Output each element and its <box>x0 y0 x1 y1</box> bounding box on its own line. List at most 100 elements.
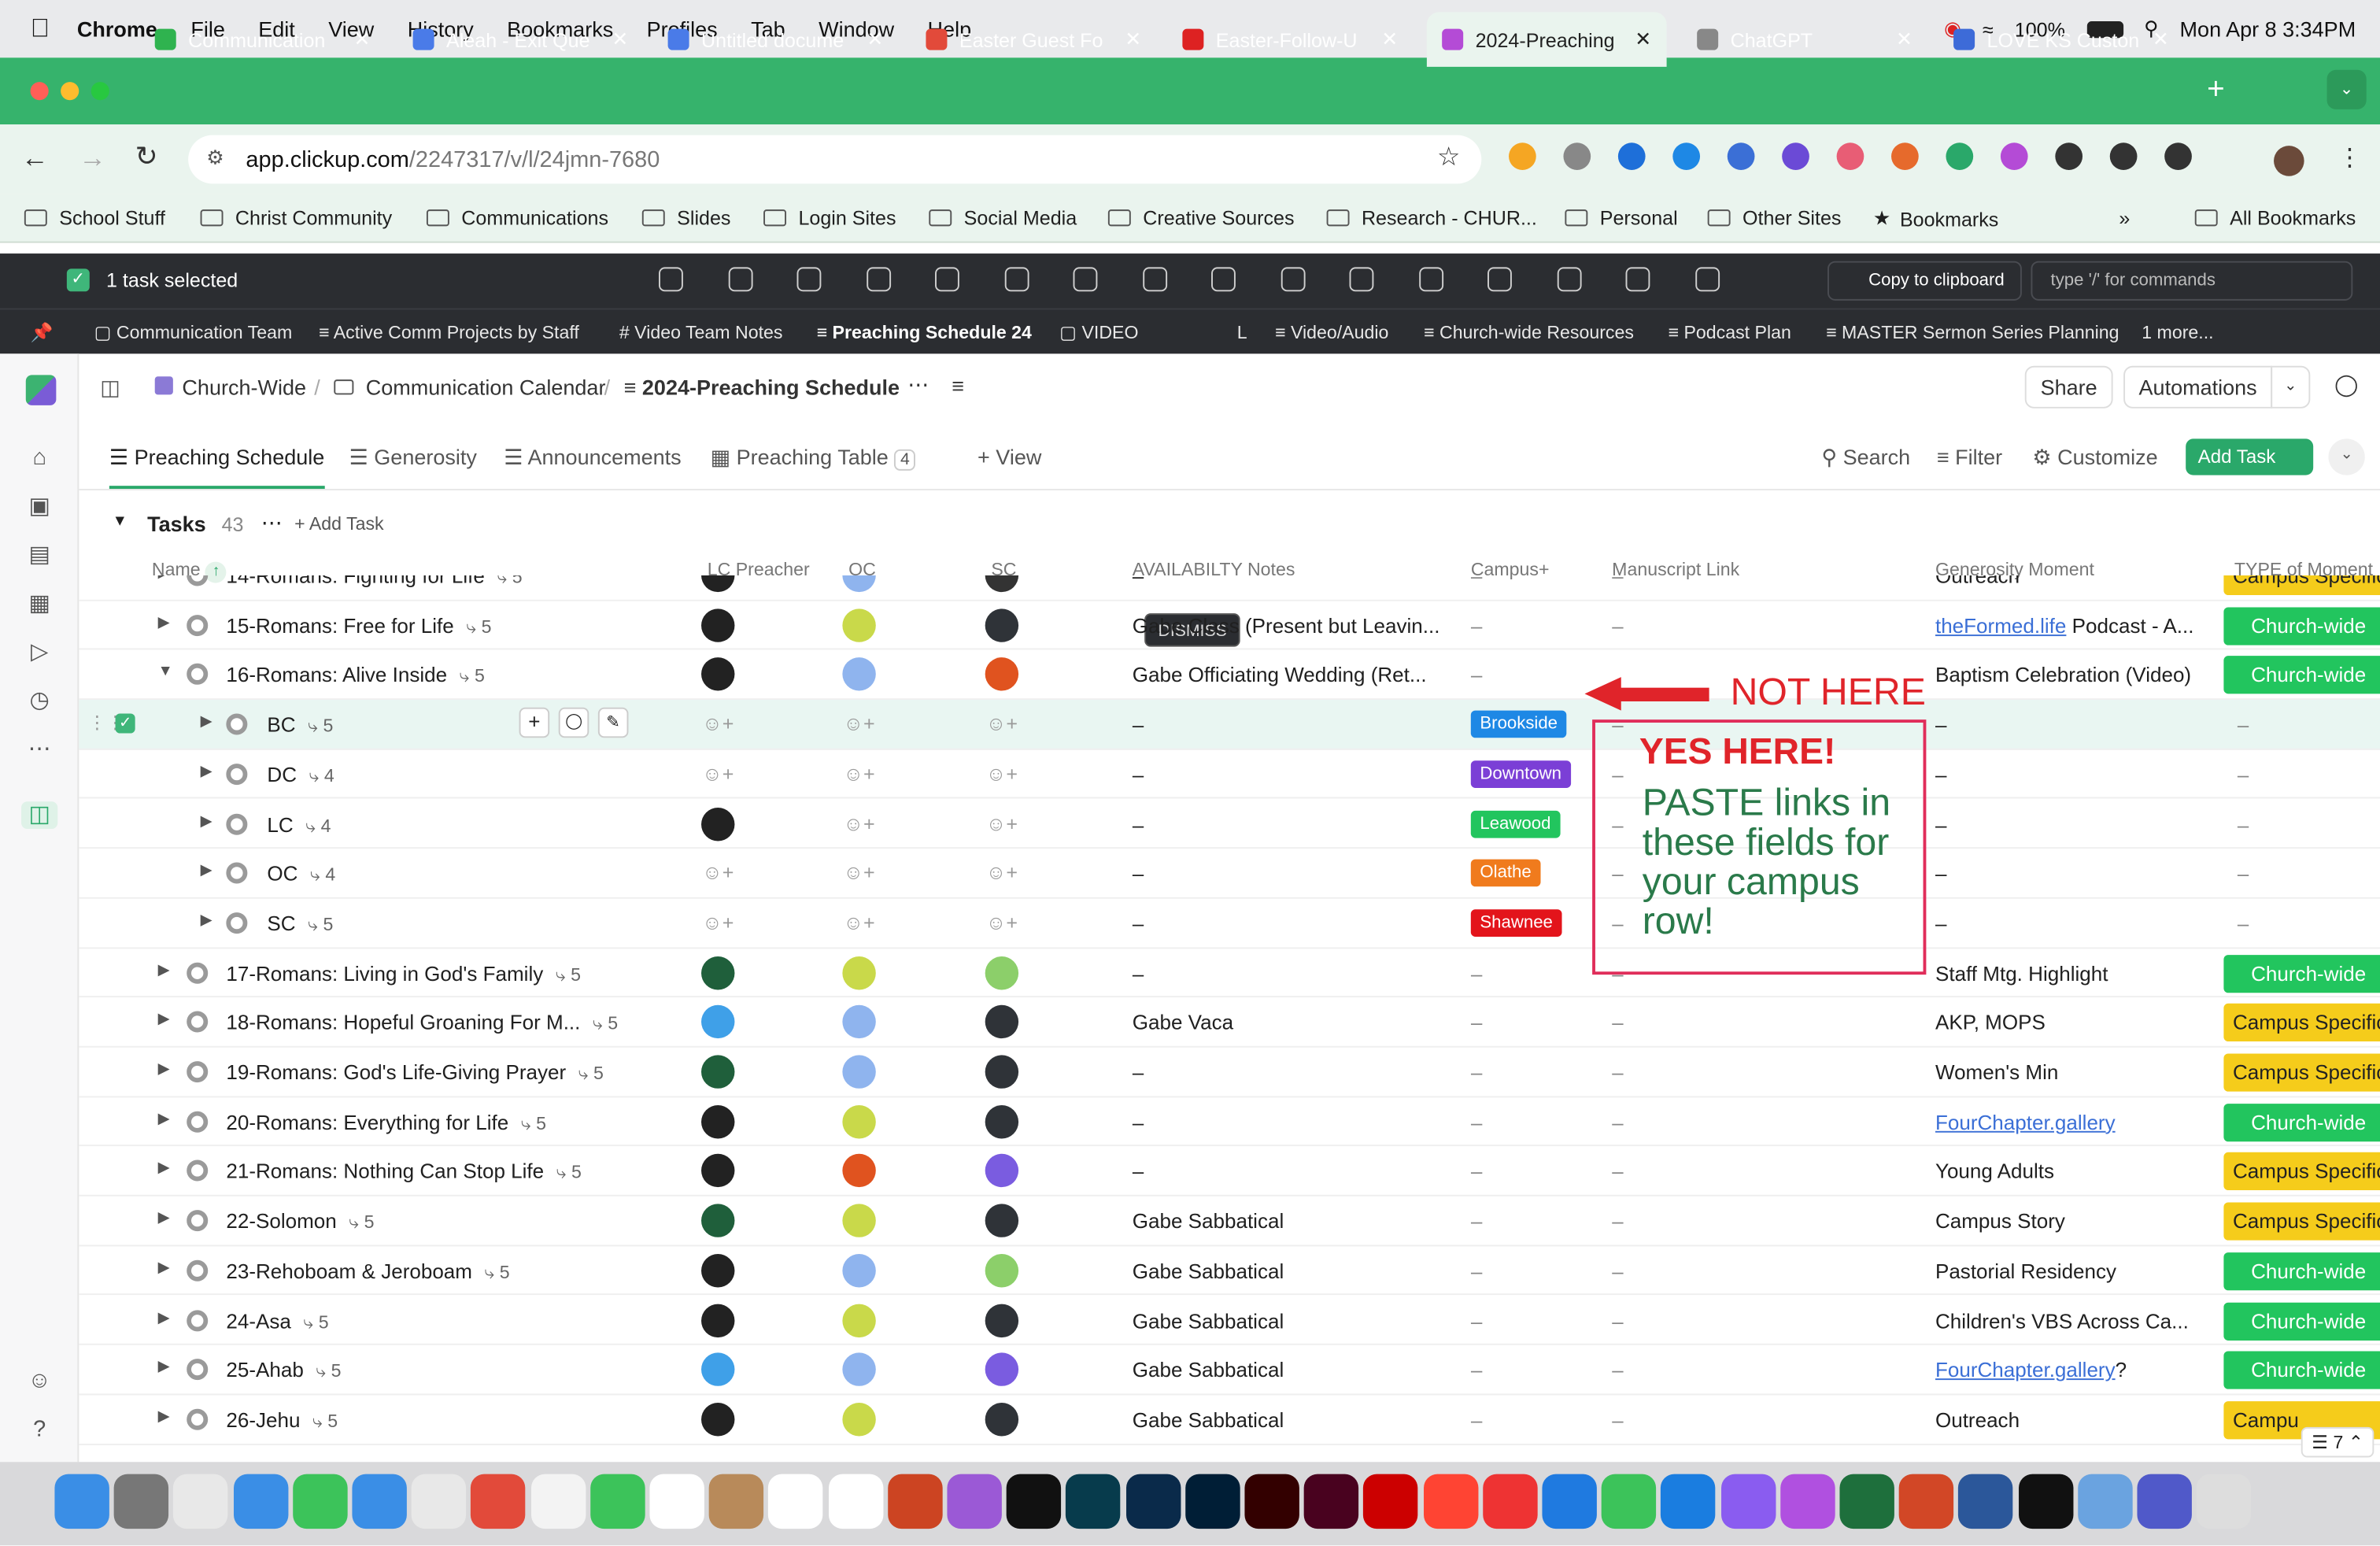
browser-tab[interactable]: 2024-Preaching ✕ <box>1426 12 1667 67</box>
bookmark-other-sites[interactable]: Other Sites <box>1707 206 1841 229</box>
assignee-avatar[interactable] <box>842 1352 876 1387</box>
generosity-moment[interactable]: Staff Mtg. Highlight <box>1935 962 2208 985</box>
subtask-count[interactable]: ⤷ 5 <box>308 716 333 737</box>
type-badge[interactable]: Campus Specific <box>2223 1053 2380 1092</box>
close-tab-icon[interactable]: ✕ <box>1896 28 1913 52</box>
assignee-avatar[interactable] <box>985 1104 1019 1138</box>
assignee-avatar[interactable] <box>701 657 735 692</box>
subtask-count[interactable]: ⤷ 5 <box>316 1360 341 1381</box>
breadcrumb-space[interactable]: Church-Wide <box>154 375 306 399</box>
box-icon[interactable] <box>1280 267 1305 292</box>
assignee-avatar[interactable] <box>842 1104 876 1138</box>
assignee-avatar[interactable] <box>701 1303 735 1337</box>
apple-icon[interactable]:  <box>31 13 50 44</box>
caret-right-icon[interactable]: ▶ <box>201 764 213 780</box>
dock-app-icon[interactable] <box>471 1474 527 1529</box>
subtask-count[interactable]: ⤷ 5 <box>312 1410 338 1431</box>
status-icon[interactable] <box>187 1061 209 1083</box>
dock-app-icon[interactable] <box>1839 1474 1894 1529</box>
manuscript-link[interactable]: – <box>1612 1111 1623 1134</box>
subtask-count[interactable]: ⤷ 5 <box>308 914 333 935</box>
assignee-avatar[interactable] <box>701 1104 735 1138</box>
dock-app-icon[interactable] <box>1125 1474 1181 1529</box>
type-badge[interactable]: Campus Specific <box>2223 1202 2380 1241</box>
dock-app-icon[interactable] <box>530 1474 586 1529</box>
assignee-avatar[interactable] <box>985 1253 1019 1288</box>
status-icon[interactable] <box>187 1309 209 1331</box>
fav-video-team-notes[interactable]: # Video Team Notes <box>619 322 783 343</box>
close-tab-icon[interactable]: ✕ <box>1635 28 1651 52</box>
assignee-avatar[interactable] <box>985 1005 1019 1039</box>
more-icon[interactable]: ⋯ <box>26 736 54 764</box>
task-name[interactable]: 17-Romans: Living in God's Family ⤷ 5 <box>226 962 581 986</box>
share-icon[interactable] <box>1073 267 1098 292</box>
tab-preaching-table[interactable]: ▦ Preaching Table 4 <box>711 445 916 471</box>
manuscript-link[interactable]: – <box>1612 1259 1623 1282</box>
tab-preaching-schedule[interactable]: ☰ Preaching Schedule <box>109 445 325 490</box>
extension-icon[interactable] <box>1891 142 1919 171</box>
task-name[interactable]: 20-Romans: Everything for Life ⤷ 5 <box>226 1111 546 1135</box>
chat-icon[interactable]: ◯ <box>2334 372 2358 398</box>
status-icon[interactable] <box>226 713 248 735</box>
bookmark-star-icon[interactable]: ☆ <box>1437 142 1460 173</box>
assign-user-icon[interactable]: ☺+ <box>842 708 875 741</box>
assignee-avatar[interactable] <box>701 1204 735 1237</box>
manuscript-link[interactable]: – <box>1612 1210 1623 1233</box>
task-name[interactable]: 19-Romans: God's Life-Giving Prayer ⤷ 5 <box>226 1061 604 1086</box>
generosity-link[interactable]: theFormed.life <box>1935 614 2066 637</box>
tab-search-button[interactable]: ⌄ <box>2326 69 2367 109</box>
status-icon[interactable] <box>226 763 248 785</box>
caret-right-icon[interactable]: ▶ <box>158 962 170 978</box>
table-row[interactable]: ▶ 21-Romans: Nothing Can Stop Life ⤷ 5 – – – Y… <box>79 1147 2380 1196</box>
close-window-button[interactable] <box>30 82 49 101</box>
availability-notes[interactable]: – <box>1133 1160 1443 1183</box>
group-add-task[interactable]: + Add Task <box>294 513 383 534</box>
filter-button[interactable]: ≡ Filter <box>1937 445 2002 469</box>
generosity-moment[interactable]: – <box>1935 714 2208 737</box>
table-row[interactable]: ▶ 26-Jehu ⤷ 5 Gabe Sabbatical – – Outreach Camp… <box>79 1395 2380 1445</box>
dock-app-icon[interactable] <box>1363 1474 1419 1529</box>
table-row[interactable]: ▶ 15-Romans: Free for Life ⤷ 5 Gabe Class (… <box>79 601 2380 651</box>
bookmarks-overflow-icon[interactable]: » <box>2119 206 2130 229</box>
type-badge[interactable]: Campus Specific <box>2223 1004 2380 1042</box>
fav-video-audio[interactable]: ≡ Video/Audio <box>1275 322 1388 343</box>
close-tab-icon[interactable]: ✕ <box>2153 28 2169 52</box>
availability-notes[interactable]: Gabe Sabbatical <box>1133 1409 1443 1432</box>
caret-right-icon[interactable]: ▶ <box>158 1359 170 1375</box>
campus-empty[interactable]: – <box>1471 614 1482 637</box>
assign-user-icon[interactable]: ☺+ <box>842 906 875 939</box>
subtask-count[interactable]: ⤷ 5 <box>497 575 522 587</box>
generosity-moment[interactable]: Outreach <box>1935 575 2208 587</box>
table-row[interactable]: ▶ LC ⤷ 4 ☺+ ☺+ – Leawood – – – <box>79 799 2380 849</box>
dock-app-icon[interactable] <box>2018 1474 2073 1529</box>
availability-notes[interactable]: Gabe Vaca <box>1133 1012 1443 1034</box>
assignee-avatar[interactable] <box>985 1402 1019 1437</box>
dock-app-icon[interactable] <box>173 1474 229 1529</box>
dock-app-icon[interactable] <box>1066 1474 1122 1529</box>
bookmark-research[interactable]: Research - CHUR... <box>1326 206 1537 229</box>
availability-notes[interactable]: – <box>1133 1061 1443 1084</box>
status-icon[interactable] <box>187 1210 209 1232</box>
status-icon[interactable] <box>187 1111 209 1133</box>
status-icon[interactable] <box>226 812 248 834</box>
assignee-avatar[interactable] <box>985 608 1019 642</box>
forward-icon[interactable]: → <box>79 142 106 175</box>
customize-button[interactable]: ⚙ Customize <box>2032 445 2157 471</box>
generosity-moment[interactable]: Baptism Celebration (Video) <box>1935 664 2208 687</box>
tab-generosity[interactable]: ☰ Generosity <box>349 445 477 471</box>
duplicate-icon[interactable] <box>1003 267 1029 292</box>
dock-app-icon[interactable] <box>54 1474 109 1529</box>
manuscript-link[interactable]: – <box>1612 1061 1623 1084</box>
assign-icon[interactable] <box>727 267 752 292</box>
assignee-avatar[interactable] <box>842 1005 876 1039</box>
dock-app-icon[interactable] <box>1184 1474 1240 1529</box>
fav-video[interactable]: ▢ VIDEO <box>1059 322 1138 343</box>
extension-icon[interactable] <box>2055 142 2083 171</box>
chrome-menu-icon[interactable]: ⋮ <box>2338 142 2362 173</box>
relation-icon[interactable] <box>1349 267 1374 292</box>
subtask-count[interactable]: ⤷ 4 <box>305 815 331 836</box>
search-button[interactable]: ⚲ Search <box>1821 445 1910 471</box>
browser-tab[interactable]: Easter Guest Fo ✕ <box>911 12 1156 66</box>
assignee-avatar[interactable] <box>985 575 1019 593</box>
bookmark-communications[interactable]: Communications <box>426 206 608 229</box>
